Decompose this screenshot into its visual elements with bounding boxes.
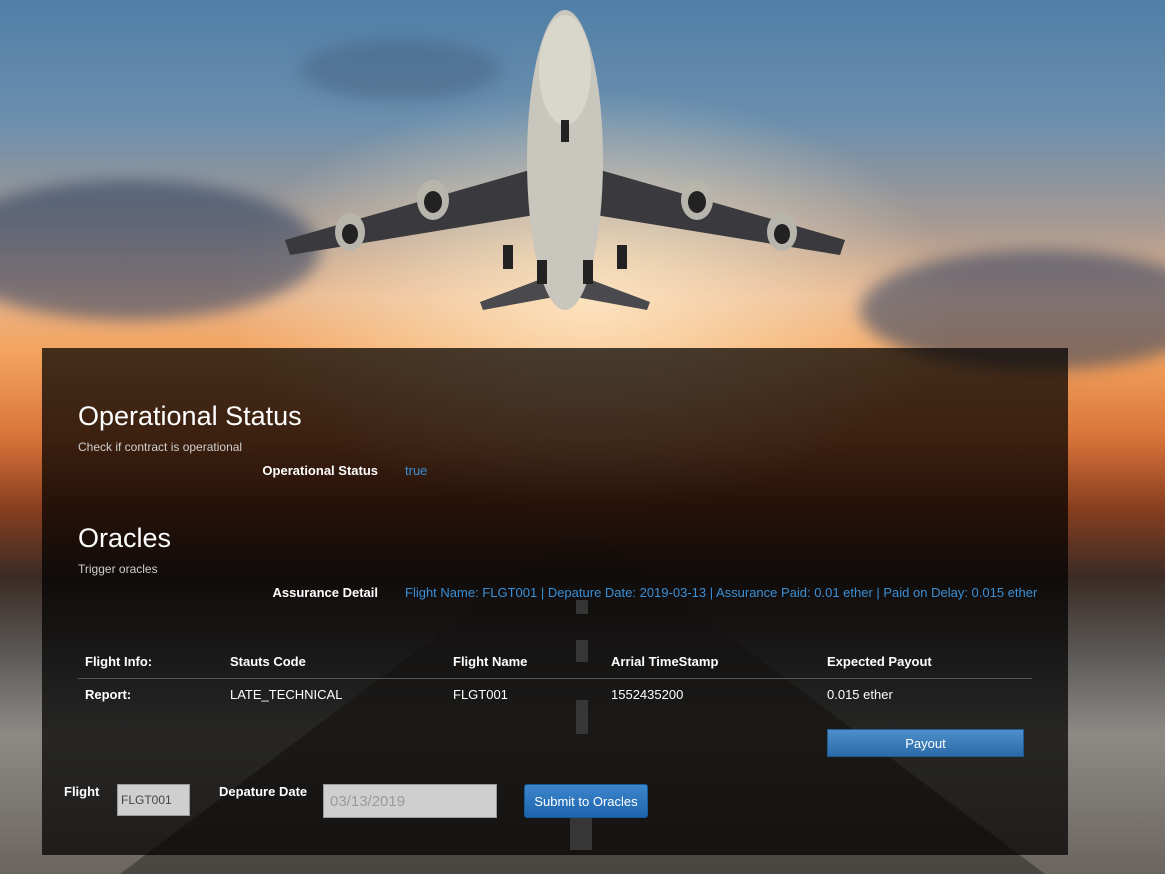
departure-date-label: Depature Date bbox=[219, 784, 308, 799]
column-header: Flight Name bbox=[446, 648, 604, 679]
table-cell: 1552435200 bbox=[611, 687, 684, 702]
departure-date-input[interactable] bbox=[323, 784, 497, 818]
column-header: Arrial TimeStamp bbox=[604, 648, 820, 679]
flight-info-table: Flight Info: Stauts Code Flight Name Arr… bbox=[78, 648, 1032, 710]
assurance-detail-value: Flight Name: FLGT001 | Depature Date: 20… bbox=[405, 585, 1038, 600]
column-header: Stauts Code bbox=[223, 648, 446, 679]
operational-status-subtitle: Check if contract is operational bbox=[78, 440, 243, 454]
column-header: Expected Payout bbox=[820, 648, 1032, 679]
table-row: Report: LATE_TECHNICAL FLGT001 155243520… bbox=[78, 679, 1032, 711]
operational-status-title: Operational Status bbox=[78, 401, 302, 431]
submit-to-oracles-button[interactable]: Submit to Oracles bbox=[524, 784, 648, 818]
airplane-image bbox=[285, 10, 845, 310]
table-header-row: Flight Info: Stauts Code Flight Name Arr… bbox=[78, 648, 1032, 679]
table-cell: 0.015 ether bbox=[827, 687, 893, 702]
main-panel: Operational Status Check if contract is … bbox=[42, 348, 1068, 855]
flight-label: Flight bbox=[64, 784, 100, 799]
row-header: Report: bbox=[85, 687, 132, 702]
table-cell: LATE_TECHNICAL bbox=[230, 687, 343, 702]
assurance-detail-label: Assurance Detail bbox=[272, 585, 379, 600]
table-cell: FLGT001 bbox=[453, 687, 508, 702]
column-header: Flight Info: bbox=[78, 648, 223, 679]
cloud bbox=[0, 180, 320, 320]
oracles-title: Oracles bbox=[78, 523, 172, 553]
flight-input[interactable] bbox=[117, 784, 190, 816]
oracles-subtitle: Trigger oracles bbox=[78, 562, 158, 576]
payout-button[interactable]: Payout bbox=[827, 729, 1024, 757]
operational-status-label: Operational Status bbox=[262, 463, 378, 478]
operational-status-value: true bbox=[405, 463, 428, 478]
